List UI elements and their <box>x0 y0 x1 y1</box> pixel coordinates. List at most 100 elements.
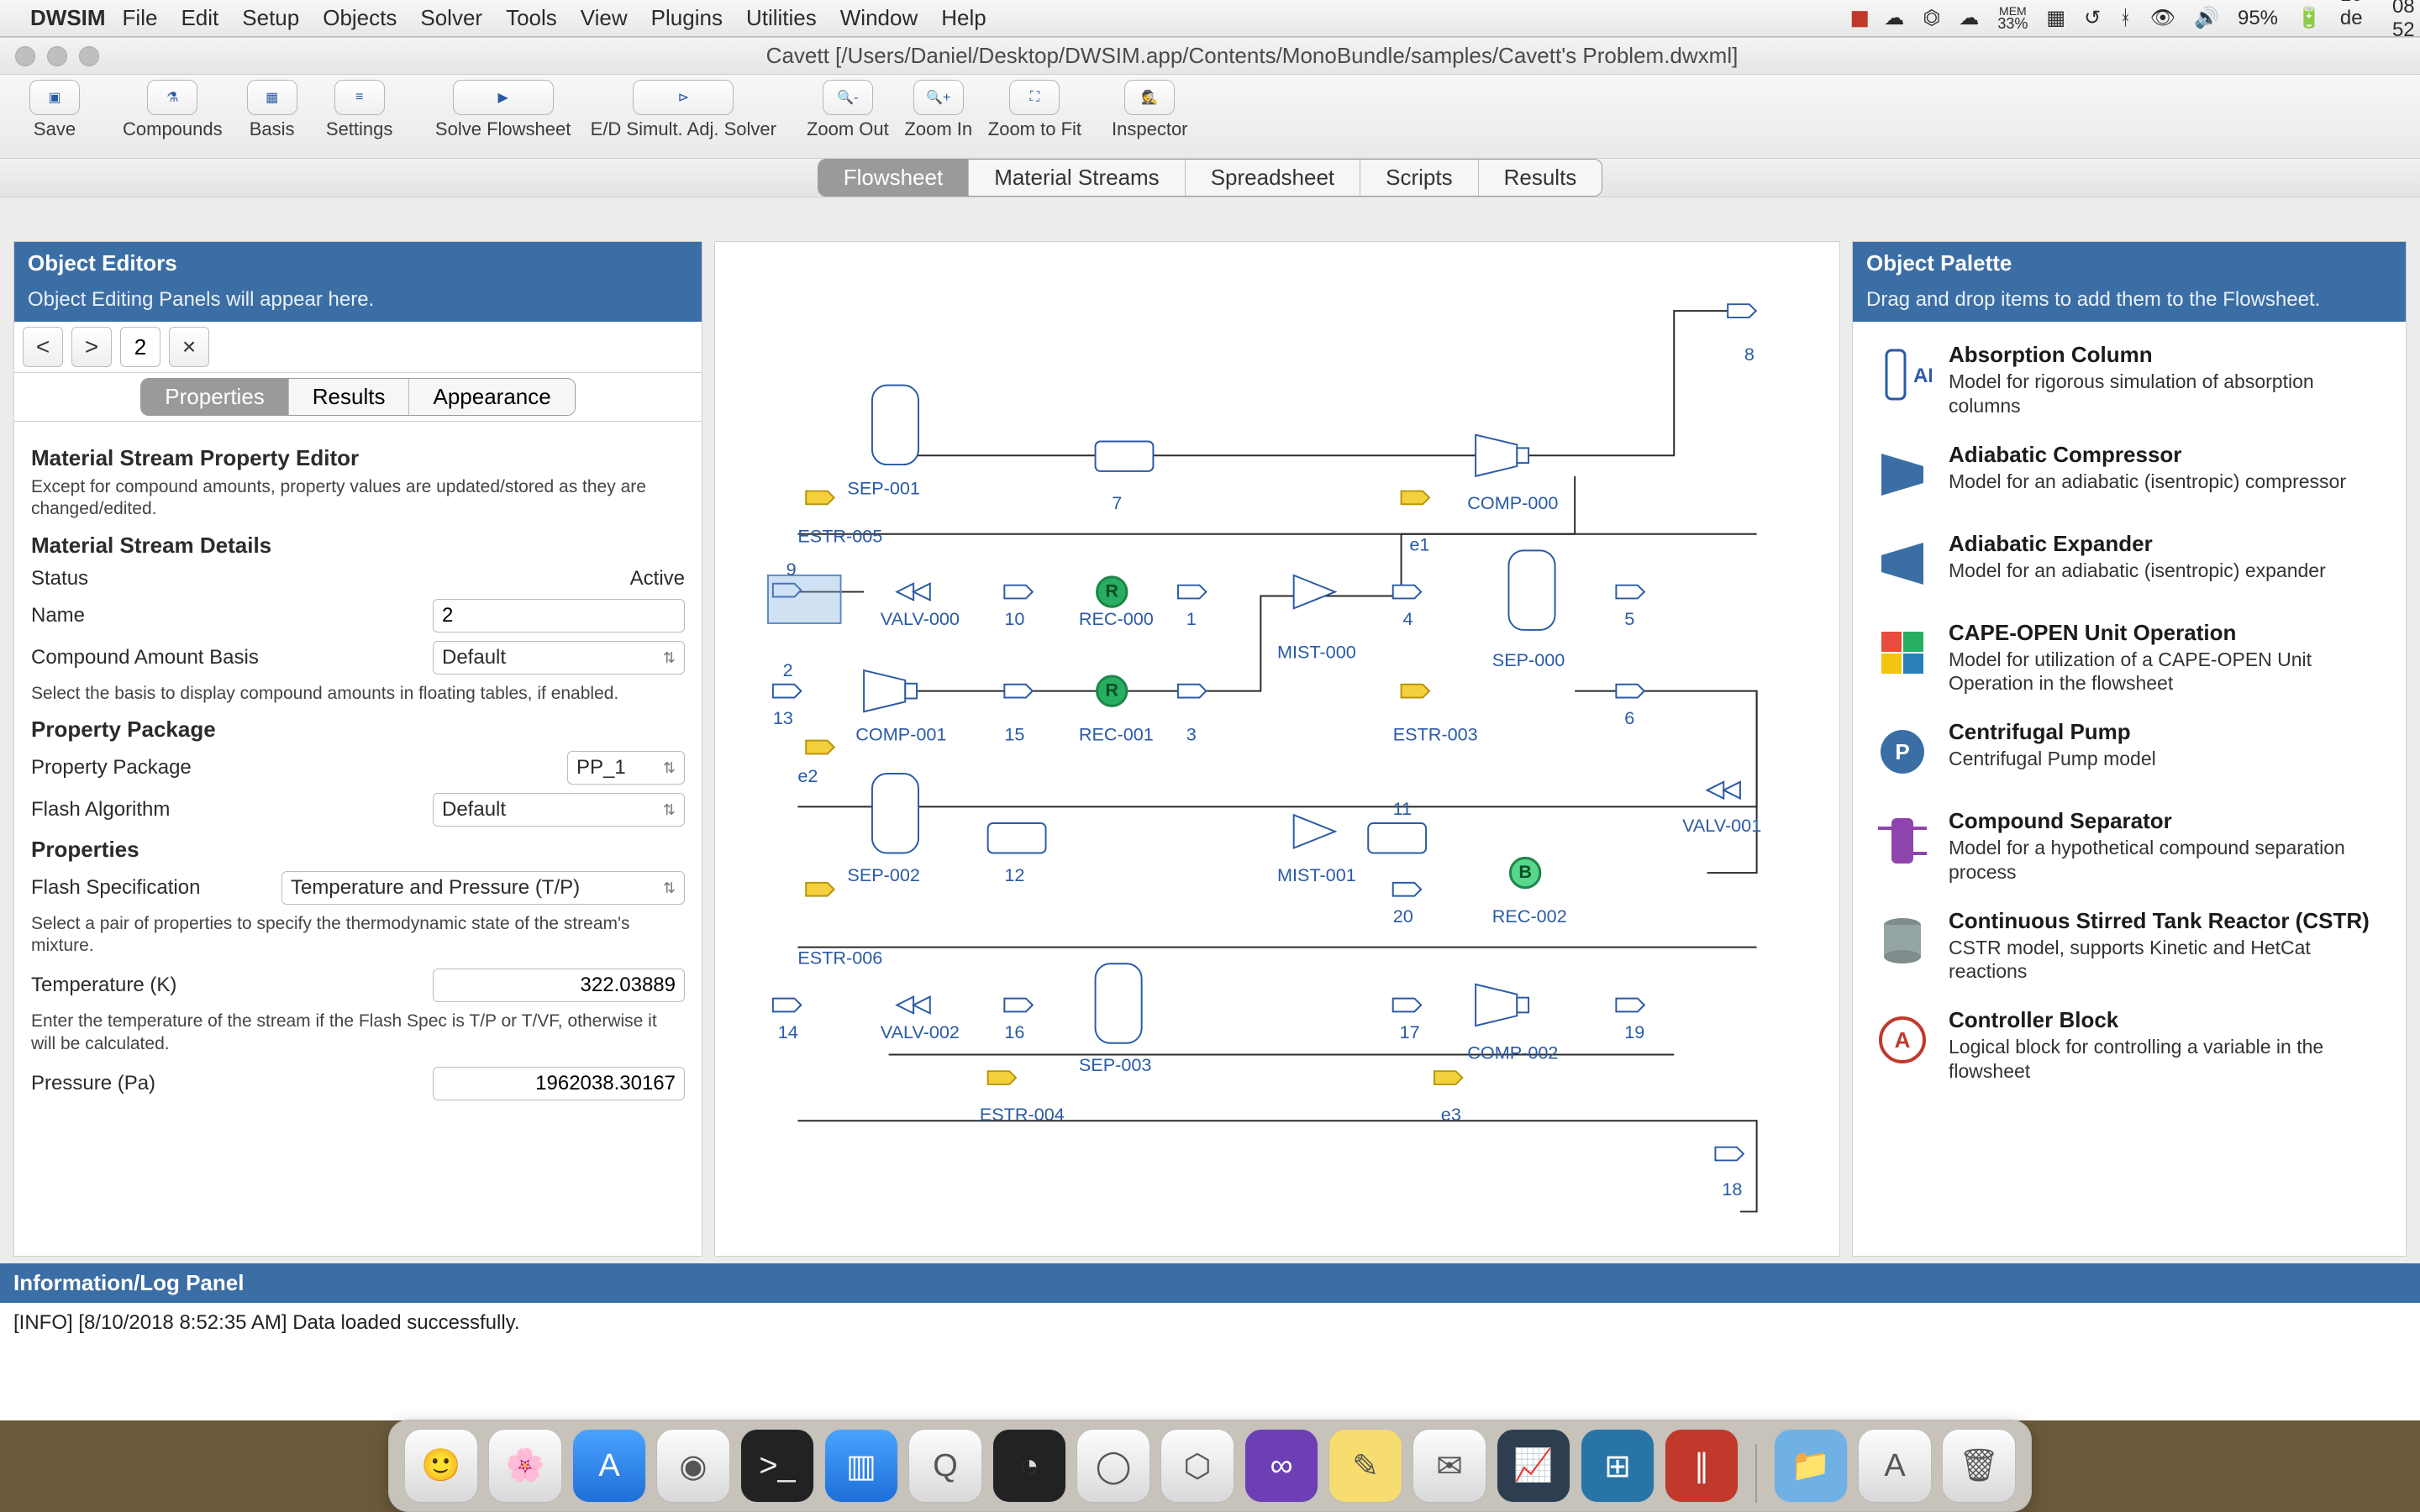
app-name[interactable]: DWSIM <box>30 5 106 31</box>
palette-item-adiabatic-expander[interactable]: Adiabatic ExpanderModel for an adiabatic… <box>1863 519 2396 608</box>
menu-objects[interactable]: Objects <box>323 5 397 31</box>
block-rec-002[interactable] <box>1510 858 1539 887</box>
block-hx-11[interactable] <box>1368 823 1426 853</box>
dock-app-parallels[interactable]: ∥ <box>1665 1429 1739 1503</box>
dock-app-quicktime[interactable]: Q <box>908 1429 982 1503</box>
zoom-in-button[interactable]: 🔍+ Zoom In <box>901 80 976 158</box>
dock-app-stocks[interactable]: 📈 <box>1497 1429 1570 1503</box>
name-input[interactable] <box>433 599 685 633</box>
zoom-icon[interactable] <box>79 46 99 66</box>
stream-5[interactable] <box>1616 585 1644 599</box>
energy-sep001[interactable] <box>806 491 834 505</box>
dock-app-notes[interactable]: ✎ <box>1328 1429 1402 1503</box>
menu-window[interactable]: Window <box>840 5 918 31</box>
nav-close-button[interactable]: × <box>169 327 209 367</box>
menu-plugins[interactable]: Plugins <box>651 5 723 31</box>
block-rec-000[interactable] <box>1097 577 1127 606</box>
nav-next-button[interactable]: > <box>71 327 112 367</box>
block-sep-002[interactable] <box>872 774 918 853</box>
stream-10[interactable] <box>1004 585 1032 599</box>
stream-16[interactable] <box>1004 999 1032 1012</box>
stream-19[interactable] <box>1616 999 1644 1012</box>
block-hx-top[interactable] <box>1096 442 1154 471</box>
eye-icon[interactable]: 👁 <box>2150 6 2175 30</box>
stream-14-in[interactable] <box>773 999 801 1012</box>
flash-spec-select[interactable]: Temperature and Pressure (T/P)⇅ <box>281 871 685 905</box>
menu-view[interactable]: View <box>581 5 628 31</box>
block-comp-000[interactable] <box>1476 435 1528 476</box>
edtab-properties[interactable]: Properties <box>141 379 289 415</box>
menu-tools[interactable]: Tools <box>506 5 557 31</box>
battery-percent[interactable]: 95% <box>2238 7 2278 30</box>
tab-spreadsheet[interactable]: Spreadsheet <box>1186 160 1360 196</box>
menu-edit[interactable]: Edit <box>181 5 218 31</box>
grid-icon[interactable]: ▦ <box>2046 6 2065 30</box>
nav-prev-button[interactable]: < <box>23 327 63 367</box>
energy-estr004[interactable] <box>988 1071 1016 1084</box>
block-valv-000[interactable] <box>897 584 929 601</box>
palette-item-adiabatic-compressor[interactable]: Adiabatic CompressorModel for an adiabat… <box>1863 430 2396 519</box>
block-mist-001[interactable] <box>1294 815 1335 848</box>
inspector-button[interactable]: 🕵 Inspector <box>1112 80 1188 158</box>
dock-app-rdp[interactable]: ⊞ <box>1581 1429 1655 1503</box>
energy-estr003[interactable] <box>1402 685 1429 698</box>
flash-alg-select[interactable]: Default⇅ <box>433 793 685 827</box>
sync-icon[interactable]: ☁ <box>1884 6 1904 30</box>
stream-3[interactable] <box>1178 685 1206 698</box>
tab-flowsheet[interactable]: Flowsheet <box>818 160 970 196</box>
block-sep-003[interactable] <box>1096 963 1142 1042</box>
block-mist-000[interactable] <box>1294 575 1335 608</box>
log-body[interactable]: [INFO] [8/10/2018 8:52:35 AM] Data loade… <box>0 1303 2420 1420</box>
palette-item-controller-block[interactable]: A Controller BlockLogical block for cont… <box>1863 995 2396 1095</box>
bluetooth-icon[interactable]: ᚼ <box>2119 7 2131 30</box>
tab-scripts[interactable]: Scripts <box>1360 160 1478 196</box>
dock-app-chrome[interactable]: ◯ <box>1076 1429 1150 1503</box>
menu-setup[interactable]: Setup <box>242 5 299 31</box>
stream-4[interactable] <box>1393 585 1421 599</box>
block-valv-002[interactable] <box>897 997 929 1014</box>
palette-item-cape-open[interactable]: CAPE-OPEN Unit OperationModel for utiliz… <box>1863 608 2396 708</box>
zoom-out-button[interactable]: 🔍- Zoom Out <box>807 80 889 158</box>
flowsheet-canvas[interactable]: R B <box>715 242 1839 1256</box>
tab-results[interactable]: Results <box>1479 160 1602 196</box>
dock-app-dwsim-doc[interactable]: ▥ <box>824 1429 898 1503</box>
stream-2[interactable] <box>773 685 801 698</box>
menu-utilities[interactable]: Utilities <box>746 5 817 31</box>
block-valv-001[interactable] <box>1707 782 1740 799</box>
dock-trash[interactable]: 🗑 <box>1942 1429 2016 1503</box>
cloud-up-icon[interactable]: ☁ <box>1959 6 1979 30</box>
block-comp-002[interactable] <box>1476 984 1528 1026</box>
block-rec-001[interactable] <box>1097 676 1127 706</box>
block-sep-000[interactable] <box>1508 550 1555 629</box>
basis-select[interactable]: Default⇅ <box>433 641 685 675</box>
palette-list[interactable]: AB Absorption ColumnModel for rigorous s… <box>1853 322 2406 1104</box>
close-icon[interactable] <box>15 46 35 66</box>
pause-icon[interactable]: ▮▮ <box>1850 6 1865 30</box>
dock-app-finder[interactable]: 🙂 <box>404 1429 478 1503</box>
basis-button[interactable]: ▦ Basis <box>234 80 310 158</box>
palette-item-absorption-column[interactable]: AB Absorption ColumnModel for rigorous s… <box>1863 330 2396 430</box>
energy-e2[interactable] <box>806 741 834 754</box>
dock-app-photos[interactable]: 🌸 <box>488 1429 562 1503</box>
window-traffic-lights[interactable] <box>15 46 99 66</box>
solve-button[interactable]: ▶ Solve Flowsheet <box>428 80 579 158</box>
minimize-icon[interactable] <box>47 46 67 66</box>
dock-app-siri[interactable]: ◉ <box>656 1429 730 1503</box>
dock-app-terminal[interactable]: >_ <box>740 1429 814 1503</box>
block-hx-12[interactable] <box>988 823 1046 853</box>
dock-folder[interactable]: 📁 <box>1774 1429 1848 1503</box>
energy-e3[interactable] <box>1434 1071 1462 1084</box>
pp-select[interactable]: PP_1⇅ <box>567 751 685 785</box>
stream-6[interactable] <box>1616 685 1644 698</box>
block-sep-001[interactable] <box>872 386 918 465</box>
timemachine-icon[interactable]: ↺ <box>2084 6 2101 30</box>
edtab-results[interactable]: Results <box>289 379 410 415</box>
menu-file[interactable]: File <box>123 5 158 31</box>
energy-e1[interactable] <box>1402 491 1429 505</box>
palette-item-compound-separator[interactable]: Compound SeparatorModel for a hypothetic… <box>1863 796 2396 896</box>
palette-item-cstr[interactable]: Continuous Stirred Tank Reactor (CSTR)CS… <box>1863 896 2396 996</box>
compounds-button[interactable]: ⚗ Compounds <box>123 80 223 158</box>
temp-input[interactable] <box>433 969 685 1002</box>
stream-15[interactable] <box>1004 685 1032 698</box>
cc-icon[interactable]: ⏣ <box>1923 6 1940 30</box>
